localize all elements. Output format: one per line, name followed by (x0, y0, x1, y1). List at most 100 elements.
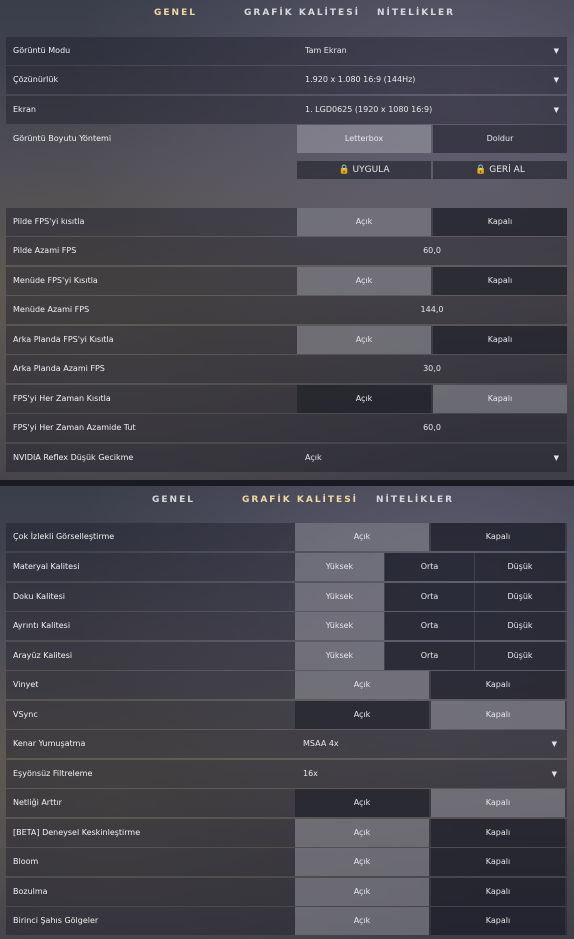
display-mode-row: Görüntü Modu Tam Ekran ▼ (6, 37, 567, 65)
aspect-method-label: Görüntü Boyutu Yöntemi (13, 134, 112, 143)
fp-shadows-label: Birinci Şahıs Gölgeler (13, 916, 99, 925)
ui-quality-high[interactable]: Yüksek (295, 642, 384, 670)
aspect-method-row: Görüntü Boyutu Yöntemi Letterbox Doldur (6, 125, 567, 153)
aa-dropdown[interactable]: MSAA 4x ▼ (295, 730, 565, 758)
fp-shadows-on[interactable]: Açık (295, 907, 429, 935)
max-fps-always-label: FPS'yi Her Zaman Azamide Tut (13, 423, 136, 432)
display-mode-dropdown[interactable]: Tam Ekran ▼ (297, 37, 567, 65)
limit-fps-menu-off[interactable]: Kapalı (433, 267, 567, 295)
tab-graphics[interactable]: GRAFİK KALİTESİ (242, 495, 358, 505)
aa-label: Kenar Yumuşatma (13, 739, 86, 748)
limit-fps-menu-label: Menüde FPS'yi Kısıtla (13, 276, 98, 285)
material-high[interactable]: Yüksek (295, 553, 384, 581)
vsync-row: VSync Açık Kapalı (6, 701, 567, 729)
limit-fps-game-on[interactable]: Açık (297, 208, 431, 236)
clarity-off[interactable]: Kapalı (431, 789, 565, 817)
reflex-row: NVIDIA Reflex Düşük Gecikme Açık ▼ (6, 444, 567, 472)
limit-fps-always-off[interactable]: Kapalı (433, 385, 567, 413)
material-label: Materyal Kalitesi (13, 562, 80, 571)
multithreaded-row: Çok İzlekli Görselleştirme Açık Kapalı (6, 523, 567, 551)
vignette-row: Vinyet Açık Kapalı (6, 671, 567, 699)
multithreaded-off[interactable]: Kapalı (431, 523, 565, 551)
sharpen-on[interactable]: Açık (295, 819, 429, 847)
vignette-off[interactable]: Kapalı (431, 671, 565, 699)
tab-general[interactable]: GENEL (152, 495, 195, 505)
max-fps-always-value[interactable]: 60,0 (297, 423, 567, 432)
chevron-down-icon: ▼ (551, 740, 557, 748)
display-mode-value: Tam Ekran (305, 46, 347, 55)
limit-fps-bg-off[interactable]: Kapalı (433, 326, 567, 354)
clarity-on[interactable]: Açık (295, 789, 429, 817)
max-fps-game-label: Pilde Azami FPS (13, 246, 77, 255)
material-mid[interactable]: Orta (385, 553, 474, 581)
multithreaded-on[interactable]: Açık (295, 523, 429, 551)
limit-fps-bg-on[interactable]: Açık (297, 326, 431, 354)
limit-fps-always-label: FPS'yi Her Zaman Kısıtla (13, 394, 111, 403)
texture-label: Doku Kalitesi (13, 592, 65, 601)
ui-quality-label: Arayüz Kalitesi (13, 651, 73, 660)
vsync-on[interactable]: Açık (295, 701, 429, 729)
letterbox-option[interactable]: Letterbox (297, 125, 431, 153)
limit-fps-game-off[interactable]: Kapalı (433, 208, 567, 236)
max-fps-bg-value[interactable]: 30,0 (297, 364, 567, 373)
limit-fps-game-label: Pilde FPS'yi kısıtla (13, 217, 85, 226)
clarity-label: Netliği Arttır (13, 798, 62, 807)
max-fps-game-row: Pilde Azami FPS 60,0 (6, 237, 567, 265)
ui-quality-row: Arayüz Kalitesi Yüksek Orta Düşük (6, 642, 567, 670)
tab-accessibility[interactable]: NİTELİKLER (377, 8, 455, 18)
chevron-down-icon: ▼ (553, 76, 559, 84)
limit-fps-menu-on[interactable]: Açık (297, 267, 431, 295)
apply-label: UYGULA (352, 165, 390, 175)
max-fps-bg-label: Arka Planda Azami FPS (13, 364, 105, 373)
distortion-on[interactable]: Açık (295, 878, 429, 906)
fill-option[interactable]: Doldur (433, 125, 567, 153)
limit-fps-menu-row: Menüde FPS'yi Kısıtla Açık Kapalı (6, 267, 567, 295)
distortion-off[interactable]: Kapalı (431, 878, 565, 906)
material-low[interactable]: Düşük (475, 553, 565, 581)
texture-low[interactable]: Düşük (475, 583, 565, 611)
monitor-dropdown[interactable]: 1. LGD0625 (1920 x 1080 16:9) ▼ (297, 96, 567, 124)
reflex-dropdown[interactable]: Açık ▼ (297, 444, 567, 472)
max-fps-menu-value[interactable]: 144,0 (297, 305, 567, 314)
top-tabs: GENEL GRAFİK KALİTESİ NİTELİKLER (0, 486, 574, 514)
vignette-on[interactable]: Açık (295, 671, 429, 699)
ui-quality-mid[interactable]: Orta (385, 642, 474, 670)
revert-button[interactable]: 🔒 GERİ AL (433, 161, 567, 179)
bloom-label: Bloom (13, 857, 39, 866)
limit-fps-game-row: Pilde FPS'yi kısıtla Açık Kapalı (6, 208, 567, 236)
max-fps-menu-row: Menüde Azami FPS 144,0 (6, 296, 567, 324)
monitor-label: Ekran (13, 105, 36, 114)
vsync-off[interactable]: Kapalı (431, 701, 565, 729)
detail-high[interactable]: Yüksek (295, 612, 384, 640)
texture-high[interactable]: Yüksek (295, 583, 384, 611)
tab-general[interactable]: GENEL (154, 8, 197, 18)
bloom-on[interactable]: Açık (295, 848, 429, 876)
detail-mid[interactable]: Orta (385, 612, 474, 640)
sharpen-row: [BETA] Deneysel Keskinleştirme Açık Kapa… (6, 819, 567, 847)
graphics-settings-panel: GENEL GRAFİK KALİTESİ NİTELİKLER Çok İzl… (0, 480, 574, 939)
sharpen-label: [BETA] Deneysel Keskinleştirme (13, 828, 141, 837)
tab-accessibility[interactable]: NİTELİKLER (376, 495, 454, 505)
sharpen-off[interactable]: Kapalı (431, 819, 565, 847)
resolution-label: Çözünürlük (13, 75, 59, 84)
limit-fps-always-on[interactable]: Açık (297, 385, 431, 413)
tab-graphics[interactable]: GRAFİK KALİTESİ (244, 8, 360, 18)
af-dropdown[interactable]: 16x ▼ (295, 760, 565, 788)
clarity-row: Netliği Arttır Açık Kapalı (6, 789, 567, 817)
detail-label: Ayrıntı Kalitesi (13, 621, 71, 630)
reflex-value: Açık (305, 453, 322, 462)
texture-mid[interactable]: Orta (385, 583, 474, 611)
top-tabs: GENEL GRAFİK KALİTESİ NİTELİKLER (0, 0, 574, 28)
resolution-dropdown[interactable]: 1.920 x 1.080 16:9 (144Hz) ▼ (297, 66, 567, 94)
aa-value: MSAA 4x (303, 739, 339, 748)
bloom-off[interactable]: Kapalı (431, 848, 565, 876)
vsync-label: VSync (13, 710, 38, 719)
ui-quality-low[interactable]: Düşük (475, 642, 565, 670)
detail-low[interactable]: Düşük (475, 612, 565, 640)
fp-shadows-off[interactable]: Kapalı (431, 907, 565, 935)
limit-fps-bg-row: Arka Planda FPS'yi Kısıtla Açık Kapalı (6, 326, 567, 354)
lock-icon: 🔒 (475, 165, 487, 175)
apply-button[interactable]: 🔒 UYGULA (297, 161, 431, 179)
max-fps-game-value[interactable]: 60,0 (297, 246, 567, 255)
fp-shadows-row: Birinci Şahıs Gölgeler Açık Kapalı (6, 907, 567, 935)
